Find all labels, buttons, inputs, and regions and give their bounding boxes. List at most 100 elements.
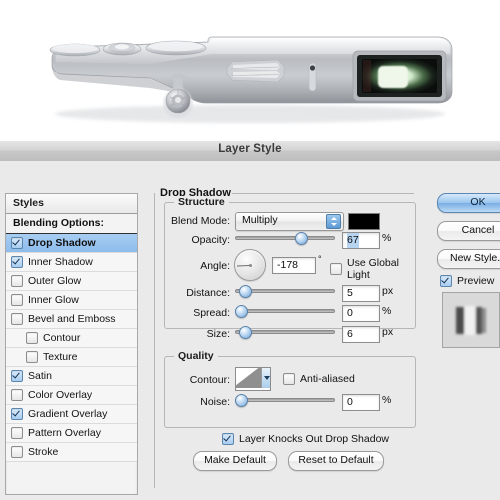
blending-options-row[interactable]: Blending Options: Default xyxy=(6,214,137,248)
opacity-input[interactable]: 67 xyxy=(342,232,380,249)
angle-dial[interactable] xyxy=(234,249,266,281)
contour-label: Contour: xyxy=(189,374,230,386)
checkbox-anti-aliased[interactable] xyxy=(283,373,295,385)
size-input[interactable]: 6 xyxy=(342,326,380,343)
effect-label: Stroke xyxy=(28,446,59,458)
use-global-light-row[interactable]: Use Global Light xyxy=(330,257,422,281)
effect-label: Texture xyxy=(43,351,78,363)
opacity-slider[interactable] xyxy=(235,232,335,245)
spread-slider-thumb[interactable] xyxy=(235,305,248,318)
style-preview-thumbnail xyxy=(442,292,500,348)
effect-label: Satin xyxy=(28,370,52,382)
effect-label: Color Overlay xyxy=(28,389,93,401)
checkbox-pattern-overlay[interactable] xyxy=(11,427,23,439)
quality-legend: Quality xyxy=(174,350,218,362)
panel-title-rule xyxy=(232,193,414,194)
layer-knocks-out-row[interactable]: Layer Knocks Out Drop Shadow xyxy=(222,433,389,445)
distance-slider[interactable] xyxy=(235,285,335,298)
checkbox-gradient-overlay[interactable] xyxy=(11,408,23,420)
noise-slider[interactable] xyxy=(235,394,335,407)
effect-row-outer-glow[interactable]: Outer Glow xyxy=(6,272,137,291)
checkbox-color-overlay[interactable] xyxy=(11,389,23,401)
chevron-updown-icon xyxy=(326,214,341,229)
checkbox-outer-glow[interactable] xyxy=(11,275,23,287)
effect-row-color-overlay[interactable]: Color Overlay xyxy=(6,386,137,405)
dialog-titlebar[interactable]: Layer Style xyxy=(0,140,500,162)
opacity-slider-track xyxy=(235,236,335,240)
cancel-button[interactable]: Cancel xyxy=(437,221,500,241)
noise-slider-thumb[interactable] xyxy=(235,394,248,407)
checkbox-use-global-light[interactable] xyxy=(330,263,342,275)
opacity-label: Opacity: xyxy=(191,234,230,246)
noise-unit: % xyxy=(382,394,392,406)
checkbox-drop-shadow[interactable] xyxy=(11,237,23,249)
chevron-down-icon[interactable] xyxy=(261,368,270,388)
size-slider-thumb[interactable] xyxy=(239,326,253,339)
dialog-body: Styles Blending Options: Default Drop Sh… xyxy=(0,161,500,500)
angle-value: -178 xyxy=(277,259,299,271)
effect-row-stroke[interactable]: Stroke xyxy=(6,443,137,462)
checkbox-stroke[interactable] xyxy=(11,446,23,458)
angle-input[interactable]: -178 xyxy=(272,257,316,274)
anti-aliased-row[interactable]: Anti-aliased xyxy=(283,373,355,385)
effect-row-drop-shadow[interactable]: Drop Shadow xyxy=(6,234,137,253)
preview-thumbnail-art xyxy=(443,293,499,347)
shadow-color-swatch[interactable] xyxy=(348,213,380,230)
spread-unit: % xyxy=(382,305,392,317)
size-value: 6 xyxy=(347,328,353,340)
distance-slider-thumb[interactable] xyxy=(238,285,252,298)
screenshot-root: Layer Style Styles Blending Options: Def… xyxy=(0,0,500,500)
effect-label: Drop Shadow xyxy=(28,237,96,249)
new-style-button[interactable]: New Style... xyxy=(437,249,500,269)
size-label: Size: xyxy=(206,328,230,340)
dialog-actions: OK Cancel New Style... Preview xyxy=(432,187,500,493)
spread-input[interactable]: 0 xyxy=(342,305,380,322)
checkbox-inner-shadow[interactable] xyxy=(11,256,23,268)
dialog-title: Layer Style xyxy=(218,143,282,155)
drop-shadow-options: Drop Shadow Structure Blend Mode: Multip… xyxy=(150,187,422,493)
opacity-slider-thumb[interactable] xyxy=(294,232,308,245)
structure-legend: Structure xyxy=(174,196,229,208)
effect-row-texture[interactable]: Texture xyxy=(6,348,137,367)
effect-row-satin[interactable]: Satin xyxy=(6,367,137,386)
spread-slider[interactable] xyxy=(235,305,335,318)
reset-to-default-button[interactable]: Reset to Default xyxy=(288,451,384,471)
effects-list: Drop Shadow Inner Shadow Outer Glow Inne… xyxy=(6,234,137,462)
checkbox-bevel-and-emboss[interactable] xyxy=(11,313,23,325)
distance-input[interactable]: 5 xyxy=(342,285,380,302)
preview-row[interactable]: Preview xyxy=(440,275,494,287)
distance-unit: px xyxy=(382,285,394,297)
spread-slider-track xyxy=(235,309,335,313)
checkbox-contour[interactable] xyxy=(26,332,38,344)
layer-knocks-out-label: Layer Knocks Out Drop Shadow xyxy=(239,433,389,445)
effect-row-inner-glow[interactable]: Inner Glow xyxy=(6,291,137,310)
panel-left-rule xyxy=(154,193,155,488)
use-global-light-label: Use Global Light xyxy=(347,257,399,281)
effect-row-gradient-overlay[interactable]: Gradient Overlay xyxy=(6,405,137,424)
checkbox-satin[interactable] xyxy=(11,370,23,382)
checkbox-inner-glow[interactable] xyxy=(11,294,23,306)
noise-input[interactable]: 0 xyxy=(342,394,380,411)
anti-aliased-label: Anti-aliased xyxy=(300,373,355,385)
blend-mode-select[interactable]: Multiply xyxy=(235,212,344,231)
opacity-unit: % xyxy=(382,232,392,244)
checkbox-layer-knocks-out[interactable] xyxy=(222,433,234,445)
make-default-button[interactable]: Make Default xyxy=(193,451,277,471)
checkbox-texture[interactable] xyxy=(26,351,38,363)
checkbox-preview[interactable] xyxy=(440,275,452,287)
preview-label: Preview xyxy=(457,275,495,287)
angle-label: Angle: xyxy=(200,260,230,272)
effect-label: Inner Glow xyxy=(28,294,79,306)
styles-list-header: Styles xyxy=(6,194,137,214)
angle-dial-hub xyxy=(248,263,252,267)
angle-unit: ° xyxy=(318,254,322,264)
size-slider[interactable] xyxy=(235,326,335,339)
contour-preset-picker[interactable] xyxy=(235,367,271,391)
effect-row-contour[interactable]: Contour xyxy=(6,329,137,348)
effect-row-inner-shadow[interactable]: Inner Shadow xyxy=(6,253,137,272)
effect-row-bevel-and-emboss[interactable]: Bevel and Emboss xyxy=(6,310,137,329)
noise-slider-track xyxy=(235,398,335,402)
effect-row-pattern-overlay[interactable]: Pattern Overlay xyxy=(6,424,137,443)
ok-button[interactable]: OK xyxy=(437,193,500,213)
distance-value: 5 xyxy=(347,287,353,299)
